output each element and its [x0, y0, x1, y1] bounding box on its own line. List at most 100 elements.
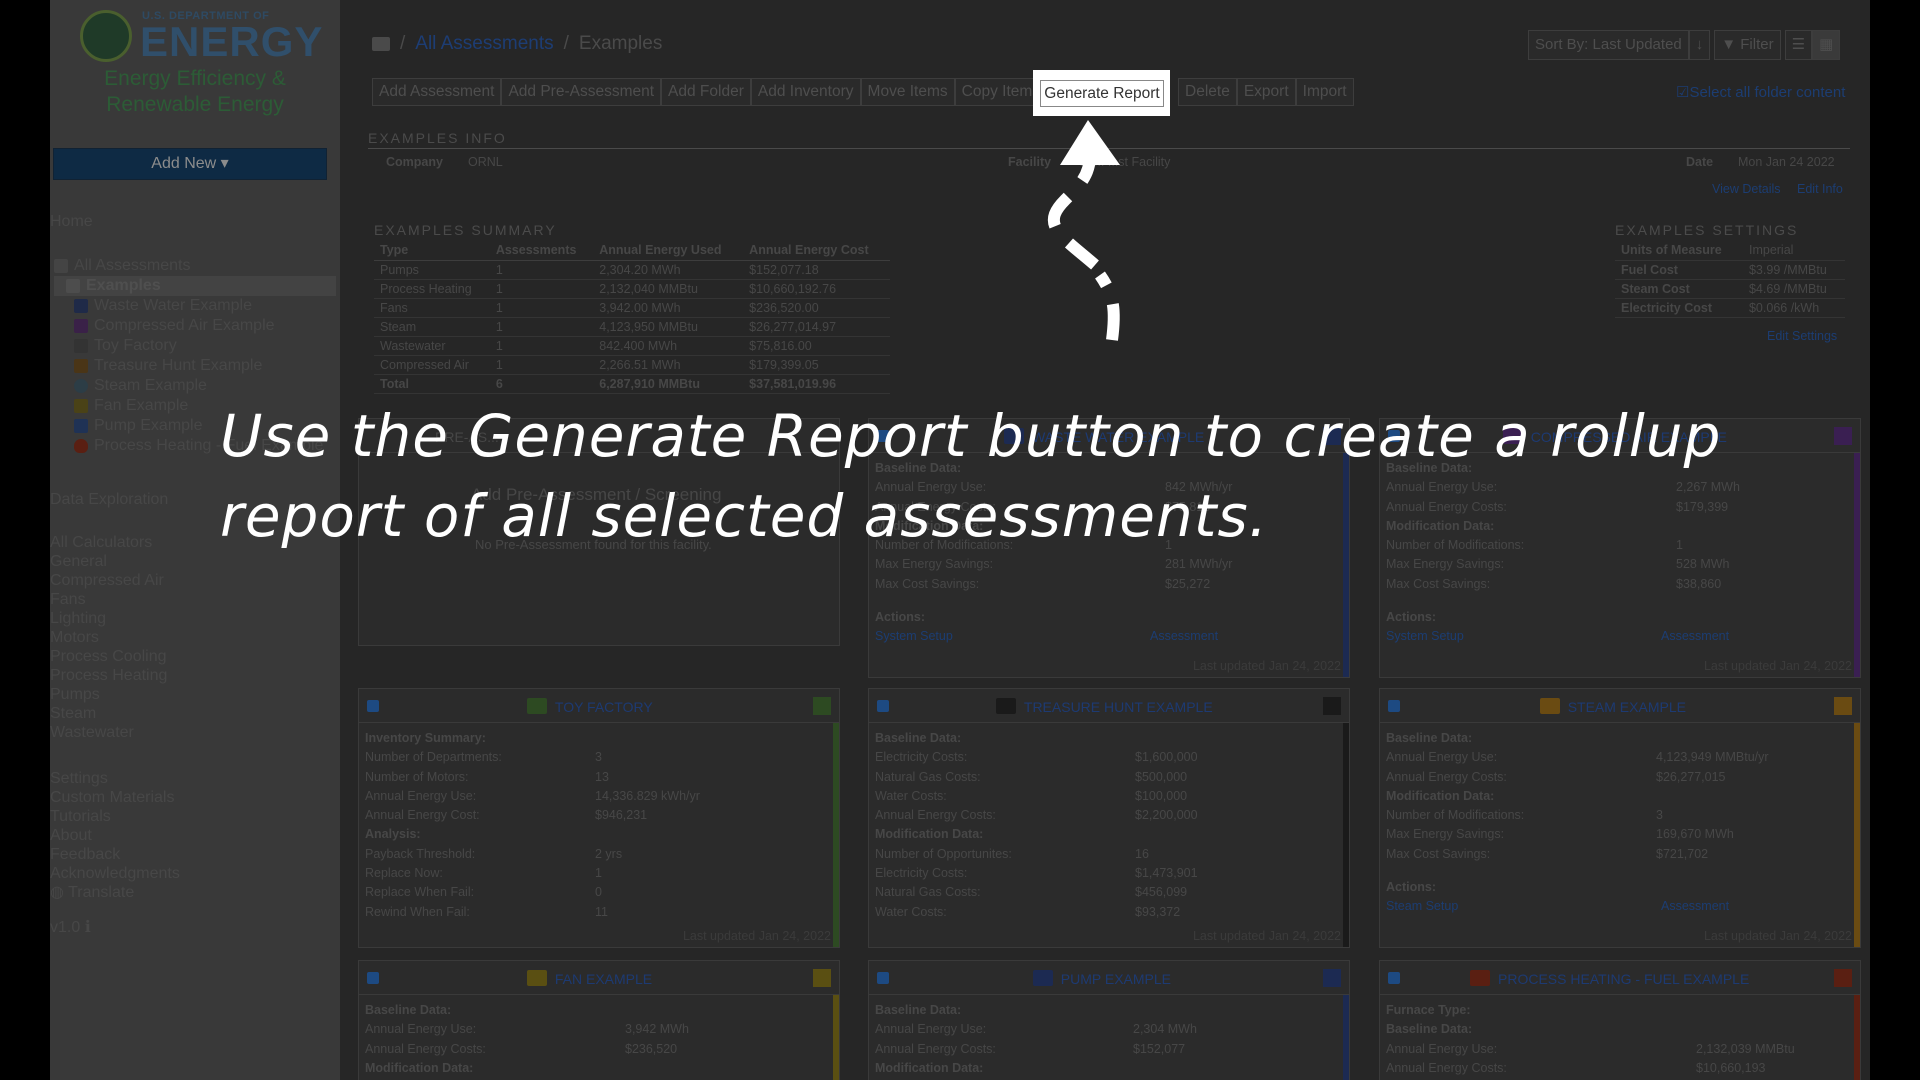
fan-icon: [74, 399, 88, 413]
add-pre-assessment-button[interactable]: Add Pre-Assessment: [501, 78, 662, 106]
card-data-row: Baseline Data:: [875, 1003, 962, 1017]
generate-report-button[interactable]: Generate Report: [1040, 80, 1164, 107]
import-button[interactable]: Import: [1295, 78, 1354, 106]
col-energy-cost: Annual Energy Cost: [743, 241, 890, 261]
card-data-row: Water Costs: $93,372: [875, 904, 1181, 919]
assessment-link[interactable]: Assessment: [1661, 897, 1729, 916]
info-icon: ℹ: [84, 919, 91, 936]
card-menu-icon[interactable]: [1323, 969, 1341, 987]
nav-calc-wastewater[interactable]: Wastewater: [50, 723, 167, 742]
card-data-row: Replace When Fail: 0: [365, 885, 602, 900]
card-title[interactable]: STEAM EXAMPLE: [1568, 699, 1686, 715]
nav-calc-all[interactable]: All Calculators: [50, 533, 167, 552]
card-data-row: Number of Motors: 13: [365, 769, 609, 784]
nav-feedback[interactable]: Feedback: [50, 845, 180, 864]
card-select-checkbox[interactable]: [1388, 972, 1400, 984]
tree-item-steam[interactable]: Steam Example: [54, 376, 336, 396]
nav-calc-process-heating[interactable]: Process Heating: [50, 666, 167, 685]
card-select-checkbox[interactable]: [367, 700, 379, 712]
card-data-row: Natural Gas Costs: $456,099: [875, 885, 1188, 900]
add-folder-button[interactable]: Add Folder: [661, 78, 751, 106]
assessment-link[interactable]: Assessment: [1150, 627, 1218, 646]
card-title[interactable]: PROCESS HEATING - FUEL EXAMPLE: [1498, 971, 1749, 987]
fan-icon: [526, 970, 547, 986]
add-inventory-button[interactable]: Add Inventory: [750, 78, 861, 106]
tree-item-compressed-air[interactable]: Compressed Air Example: [54, 316, 336, 336]
tree-item-toy-factory[interactable]: Toy Factory: [54, 336, 336, 356]
tree-item-treasure-hunt[interactable]: Treasure Hunt Example: [54, 356, 336, 376]
list-view-icon[interactable]: ☰: [1784, 30, 1813, 60]
nav-calc-pumps[interactable]: Pumps: [50, 685, 167, 704]
card-data-row: Rewind When Fail: 11: [365, 904, 608, 919]
settings-cell: $3.99 /MMBtu: [1742, 260, 1845, 280]
card-title[interactable]: FAN EXAMPLE: [555, 971, 652, 987]
card-menu-icon[interactable]: [813, 969, 831, 987]
summary-row: Wastewater 1 842.400 MWh $75,816.00: [374, 336, 890, 356]
summary-cell: 2,132,040 MMBtu: [593, 279, 744, 299]
edit-info-link[interactable]: Edit Info: [1797, 182, 1843, 196]
compressed-air-icon: [74, 319, 88, 333]
sort-direction-icon[interactable]: ↓: [1688, 30, 1711, 60]
nav-acknowledgments[interactable]: Acknowledgments: [50, 864, 180, 883]
summary-cell: 1: [489, 336, 594, 356]
card-title[interactable]: TOY FACTORY: [555, 699, 653, 715]
card-title[interactable]: PUMP EXAMPLE: [1061, 971, 1171, 987]
nav-data-exploration[interactable]: Data Exploration: [50, 490, 168, 509]
summary-total-row: Total 6 6,287,910 MMBtu $37,581,019.96: [374, 374, 890, 394]
card-menu-icon[interactable]: [813, 697, 831, 715]
summary-cell: 2,266.51 MWh: [593, 355, 744, 375]
tree-examples[interactable]: Examples: [54, 276, 336, 296]
generate-report-highlight: Generate Report: [1033, 70, 1170, 116]
sort-dropdown[interactable]: Sort By: Last Updated: [1528, 30, 1689, 60]
toy-factory-card: TOY FACTORY Inventory Summary: Number of D…: [358, 688, 840, 948]
card-select-checkbox[interactable]: [877, 700, 889, 712]
nav-calc-compressed-air[interactable]: Compressed Air: [50, 571, 167, 590]
assessment-link[interactable]: Assessment: [1661, 627, 1729, 646]
system-setup-link[interactable]: System Setup: [875, 627, 953, 646]
nav-calc-lighting[interactable]: Lighting: [50, 609, 167, 628]
add-assessment-button[interactable]: Add Assessment: [372, 78, 502, 106]
nav-home[interactable]: Home: [50, 212, 93, 231]
card-actions-label: Actions:: [1386, 610, 1436, 625]
view-details-link[interactable]: View Details: [1712, 182, 1781, 196]
card-menu-icon[interactable]: [1834, 697, 1852, 715]
move-items-button[interactable]: Move Items: [860, 78, 955, 106]
system-setup-link[interactable]: Steam Setup: [1386, 897, 1458, 916]
col-type: Type: [374, 241, 490, 261]
nav-translate[interactable]: ◍ Translate: [50, 883, 180, 902]
nav-about[interactable]: About: [50, 826, 180, 845]
nav-calc-fans[interactable]: Fans: [50, 590, 167, 609]
nav-tutorials[interactable]: Tutorials: [50, 807, 180, 826]
tree-item-waste-water[interactable]: Waste Water Example: [54, 296, 336, 316]
card-select-checkbox[interactable]: [877, 972, 889, 984]
filter-button[interactable]: ▼ Filter: [1714, 30, 1781, 60]
card-menu-icon[interactable]: [1834, 969, 1852, 987]
card-select-checkbox[interactable]: [1388, 700, 1400, 712]
add-new-button[interactable]: Add New ▾: [53, 148, 327, 180]
nav-calc-general[interactable]: General: [50, 552, 167, 571]
export-button[interactable]: Export: [1236, 78, 1296, 106]
card-select-checkbox[interactable]: [367, 972, 379, 984]
card-header: PUMP EXAMPLE: [869, 961, 1349, 995]
grid-view-icon[interactable]: ▦: [1812, 30, 1841, 60]
card-body: Baseline Data: Annual Energy Use: 2,304 MW…: [875, 1001, 1337, 1078]
nav-settings[interactable]: Settings: [50, 769, 180, 788]
nav-calc-motors[interactable]: Motors: [50, 628, 167, 647]
breadcrumb-all-assessments[interactable]: All Assessments: [415, 33, 553, 55]
nav-custom-materials[interactable]: Custom Materials: [50, 788, 180, 807]
steam-icon: [74, 379, 88, 393]
system-setup-link[interactable]: System Setup: [1386, 627, 1464, 646]
card-data-row: Annual Energy Use: 2,304 MWh: [875, 1022, 1197, 1037]
edit-settings-link[interactable]: Edit Settings: [1767, 329, 1837, 343]
card-accent-bar: [1854, 995, 1860, 1080]
nav-calc-process-cooling[interactable]: Process Cooling: [50, 647, 167, 666]
select-all-folder-checkbox[interactable]: ☑Select all folder content: [1676, 83, 1845, 101]
card-menu-icon[interactable]: [1323, 697, 1341, 715]
tree-all-assessments[interactable]: All Assessments: [54, 256, 336, 276]
card-title[interactable]: TREASURE HUNT EXAMPLE: [1024, 699, 1213, 715]
pump-icon: [74, 419, 88, 433]
nav-calc-steam[interactable]: Steam: [50, 704, 167, 723]
delete-button[interactable]: Delete: [1178, 78, 1237, 106]
card-data-row: Baseline Data:: [1386, 731, 1473, 745]
col-energy-used: Annual Energy Used: [593, 241, 744, 261]
